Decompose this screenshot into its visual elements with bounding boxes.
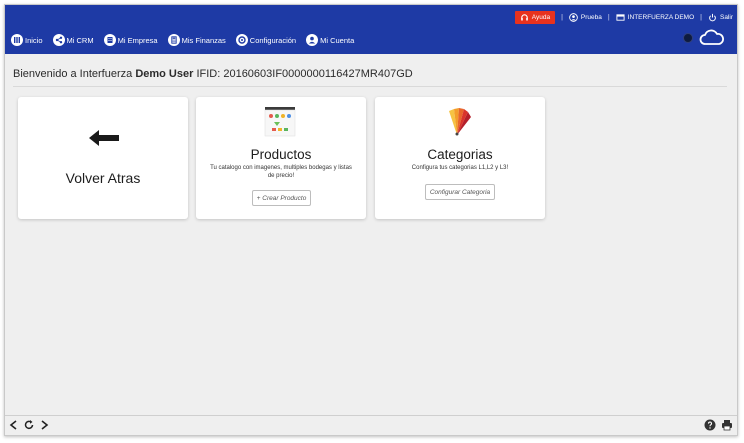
nav-controls bbox=[8, 419, 50, 431]
app-window: Ayuda | Prueba | INTERFUERZA DEMO | Sali… bbox=[4, 4, 738, 436]
welcome-user: Demo User bbox=[135, 68, 194, 80]
nav-label: Mi Cuenta bbox=[320, 35, 355, 45]
calculator-icon bbox=[167, 34, 180, 46]
power-icon bbox=[709, 13, 716, 21]
divider bbox=[13, 86, 727, 87]
help-label: Ayuda bbox=[531, 13, 551, 21]
separator: | bbox=[561, 13, 563, 21]
company-menu[interactable]: INTERFUERZA DEMO bbox=[616, 13, 694, 22]
help-icon[interactable] bbox=[704, 419, 716, 431]
categories-card: Categorias Configura tus categorias L1,L… bbox=[375, 97, 545, 219]
categories-card-description: Configura tus categorias L1,L2 y L3! bbox=[411, 165, 509, 171]
headset-icon bbox=[520, 13, 528, 20]
bottom-toolbar bbox=[5, 415, 737, 435]
nav-label: Configuración bbox=[249, 35, 297, 45]
back-card[interactable]: Volver Atras bbox=[18, 97, 188, 219]
header-right-tools bbox=[683, 29, 725, 47]
gear-icon bbox=[235, 34, 248, 46]
main-nav: Inicio Mi CRM Mi Empresa Mis Finanzas Co… bbox=[11, 32, 354, 48]
separator: | bbox=[607, 13, 610, 21]
welcome-ifid: IFID: 20160603IF0000000116427MR407GD bbox=[196, 68, 413, 80]
nav-label: Mi CRM bbox=[66, 35, 94, 45]
nav-label: Inicio bbox=[25, 35, 43, 45]
forward-icon[interactable] bbox=[38, 419, 50, 431]
cloud-icon[interactable] bbox=[699, 29, 725, 47]
top-header: Ayuda | Prueba | INTERFUERZA DEMO | Sali… bbox=[5, 5, 737, 54]
back-arrow-icon bbox=[89, 130, 119, 146]
top-utility-bar: Ayuda | Prueba | INTERFUERZA DEMO | Sali… bbox=[514, 10, 733, 24]
back-icon[interactable] bbox=[8, 419, 20, 431]
refresh-icon[interactable] bbox=[23, 419, 35, 431]
welcome-message: Bienvenido a Interfuerza Demo User IFID:… bbox=[13, 68, 413, 80]
separator: | bbox=[700, 13, 702, 21]
grid-icon bbox=[11, 34, 23, 46]
nav-item-configuracion[interactable]: Configuración bbox=[235, 34, 297, 46]
print-icon[interactable] bbox=[721, 419, 733, 431]
status-indicator[interactable] bbox=[683, 33, 693, 43]
logout-button[interactable]: Salir bbox=[708, 13, 733, 22]
categories-card-title: Categorias bbox=[427, 147, 493, 162]
nav-item-empresa[interactable]: Mi Empresa bbox=[103, 34, 158, 46]
nav-item-finanzas[interactable]: Mis Finanzas bbox=[167, 34, 226, 46]
nav-item-crm[interactable]: Mi CRM bbox=[52, 34, 94, 46]
nav-item-cuenta[interactable]: Mi Cuenta bbox=[306, 34, 354, 46]
logout-label: Salir bbox=[719, 13, 733, 21]
create-product-button[interactable]: + Crear Producto bbox=[252, 190, 311, 206]
building-icon bbox=[103, 34, 116, 46]
products-card: Productos Tu catalogo con imagenes, mult… bbox=[196, 97, 366, 219]
user-circle-icon bbox=[569, 12, 578, 22]
user-icon bbox=[306, 34, 319, 46]
welcome-prefix: Bienvenido a Interfuerza bbox=[13, 68, 133, 80]
products-card-title: Productos bbox=[250, 147, 312, 162]
product-catalog-icon bbox=[264, 107, 296, 137]
company-label: INTERFUERZA DEMO bbox=[627, 13, 695, 21]
color-swatch-icon bbox=[449, 108, 471, 136]
company-icon bbox=[616, 13, 625, 21]
user-label: Prueba bbox=[580, 13, 602, 21]
back-card-title: Volver Atras bbox=[65, 170, 141, 186]
nav-item-inicio[interactable]: Inicio bbox=[11, 34, 43, 46]
user-menu[interactable]: Prueba bbox=[569, 12, 602, 22]
share-icon bbox=[52, 34, 65, 46]
configure-category-button[interactable]: Configurar Categoria bbox=[425, 184, 495, 200]
products-card-description: Tu catalogo con imagenes, multiples bode… bbox=[210, 165, 352, 179]
bottom-right-tools bbox=[704, 419, 733, 431]
help-button[interactable]: Ayuda bbox=[514, 10, 556, 24]
nav-label: Mi Empresa bbox=[117, 35, 158, 45]
nav-label: Mis Finanzas bbox=[181, 35, 226, 45]
